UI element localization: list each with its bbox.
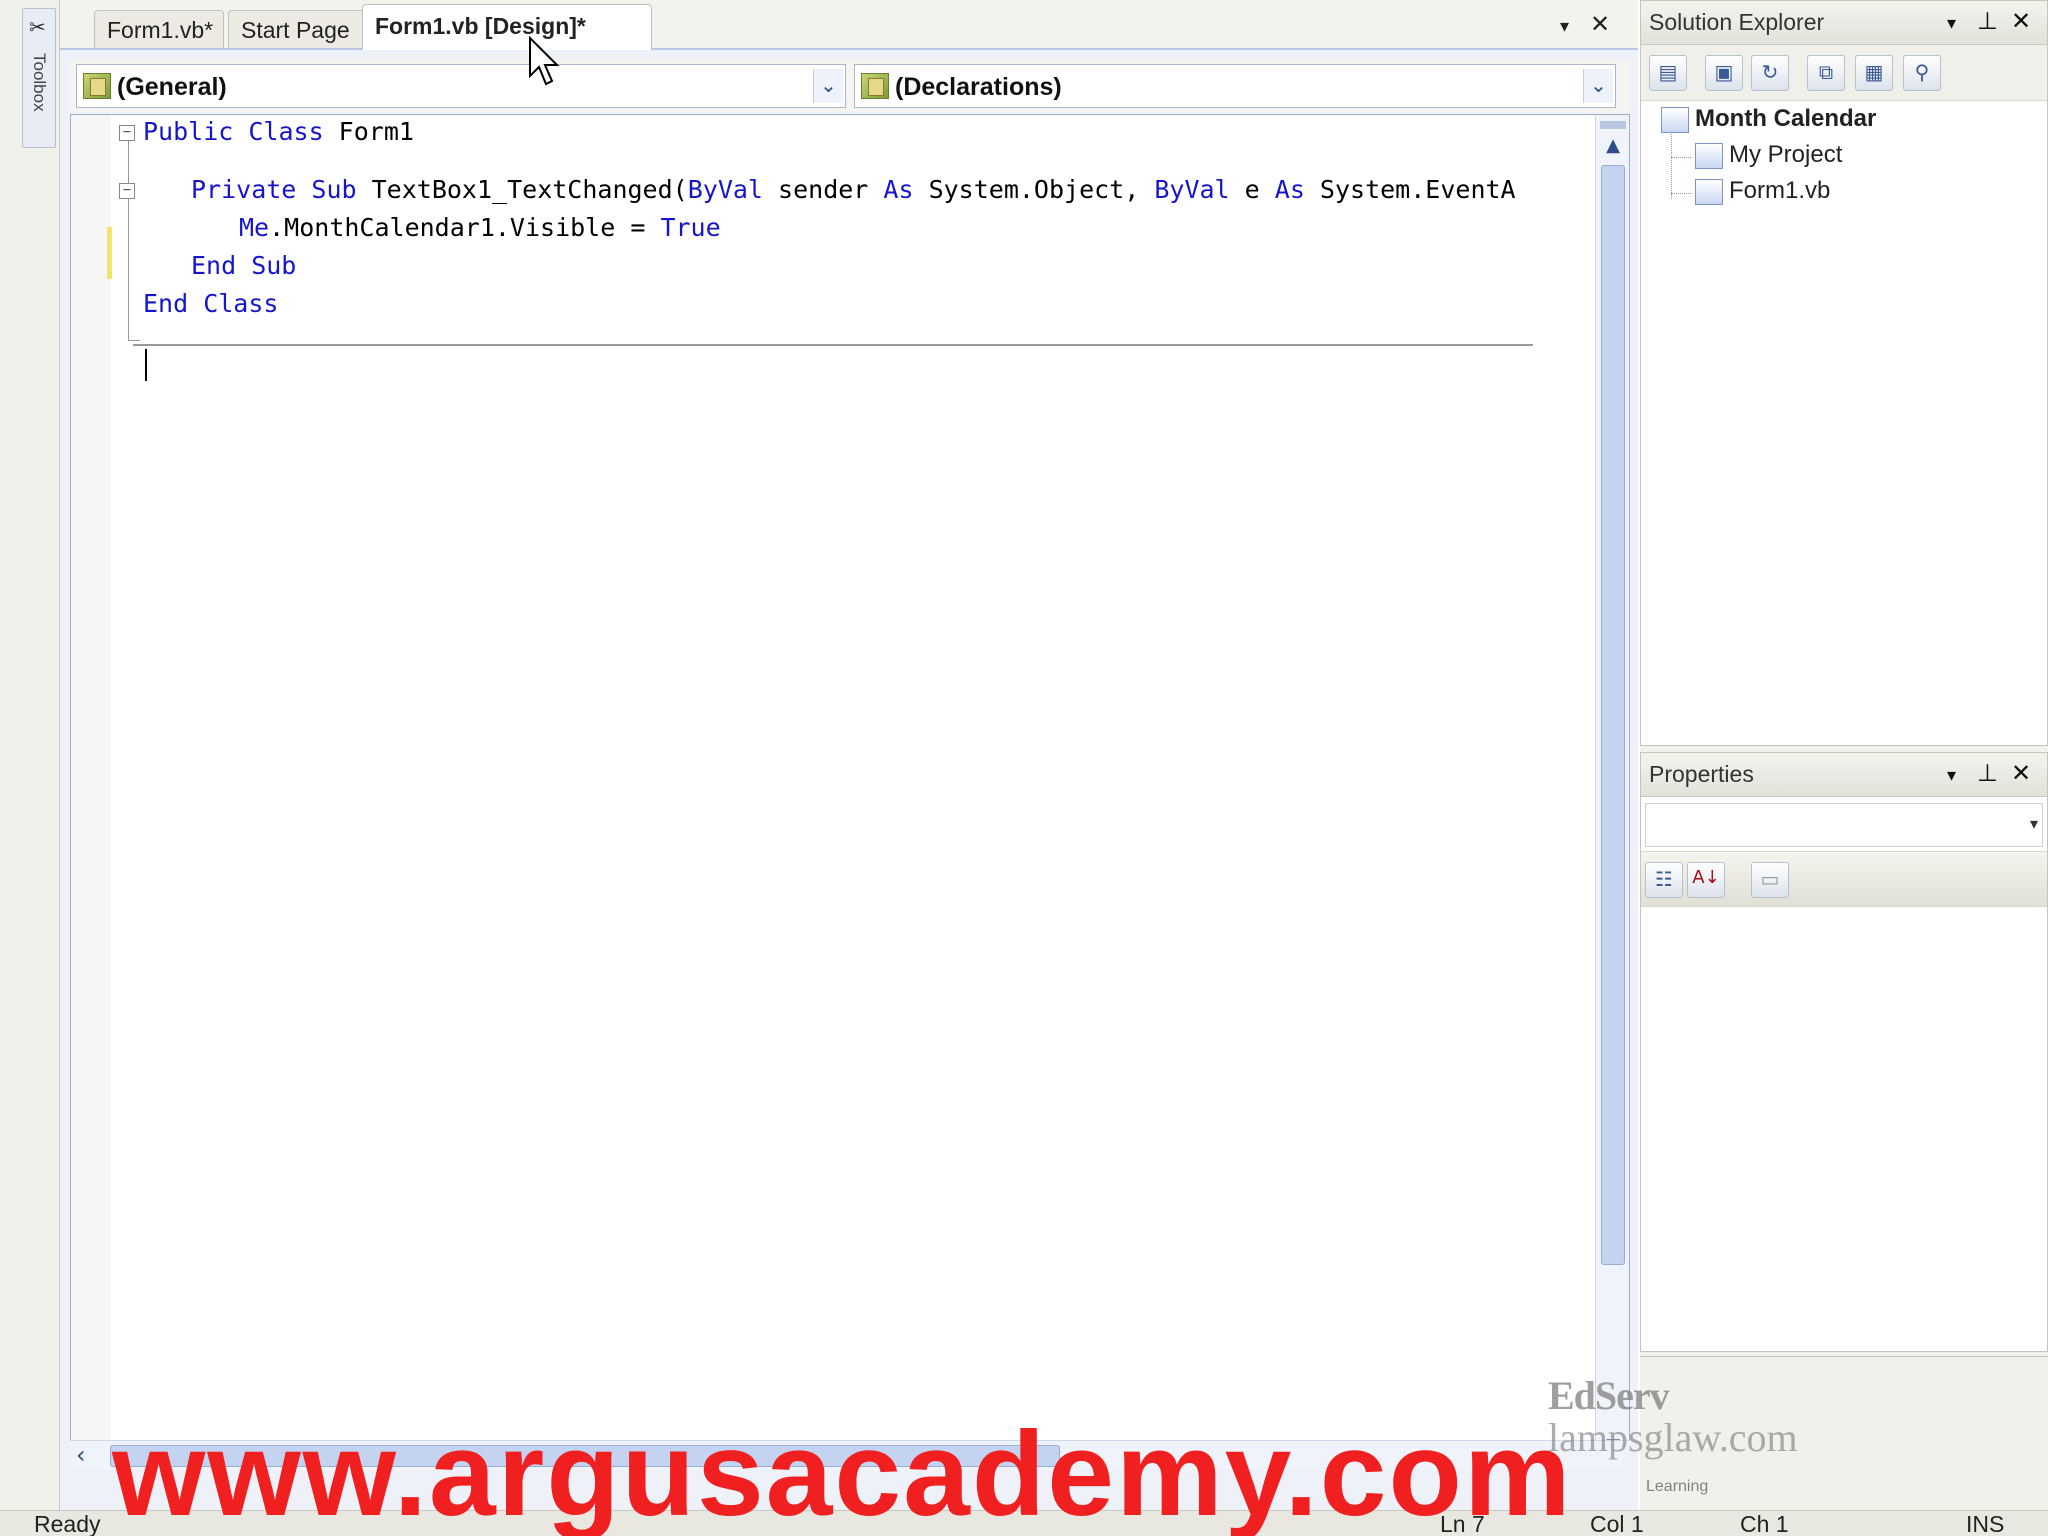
object-selector-combo[interactable]: ▾ (1645, 803, 2043, 847)
toolbox-icon: ✂ (29, 15, 46, 39)
my-project-icon (1695, 142, 1723, 169)
tree-item-label: My Project (1729, 141, 1843, 168)
tree-item-form1[interactable]: Form1.vb (1695, 177, 1830, 211)
class-diagram-icon[interactable]: ⚲ (1903, 55, 1941, 91)
tab-form1-vb[interactable]: Form1.vb* (94, 10, 224, 48)
code-line-1: Public Class Form1 (143, 117, 414, 146)
chevron-down-icon[interactable]: ⌄ (813, 69, 843, 103)
chevron-down-icon[interactable]: ⌄ (1583, 69, 1613, 103)
view-designer-icon[interactable]: ▦ (1855, 55, 1893, 91)
document-tab-bar: Form1.vb* Start Page Form1.vb [Design]* … (60, 0, 1638, 50)
tab-list-dropdown-icon[interactable]: ▾ (1560, 16, 1569, 37)
show-all-files-icon[interactable]: ▣ (1705, 55, 1743, 91)
tab-form1-design[interactable]: Form1.vb [Design]* (362, 4, 652, 50)
class-icon (83, 73, 111, 99)
chevron-down-icon[interactable]: ▾ (2030, 814, 2038, 833)
scroll-left-icon[interactable]: ‹ (76, 1441, 86, 1469)
vertical-scroll-thumb[interactable] (1601, 165, 1625, 1265)
form-icon (1695, 178, 1723, 205)
tree-connector (1671, 157, 1691, 158)
categorized-icon[interactable]: ☷ (1645, 862, 1683, 898)
code-line-3: Private Sub TextBox1_TextChanged(ByVal s… (191, 175, 1516, 204)
code-navigation-bar: (General) ⌄ (Declarations) ⌄ (70, 60, 1630, 112)
academy-banner: www.argusacademy.com (112, 1407, 1573, 1536)
properties-title: Properties (1649, 761, 1754, 787)
code-editor[interactable]: − − Public Class Form1 Private Sub TextB… (70, 114, 1630, 1468)
pin-icon[interactable]: ⊥ (1977, 7, 1998, 35)
tree-item-label: Form1.vb (1729, 177, 1831, 204)
tree-connector (1671, 193, 1691, 194)
editor-gutter (71, 115, 111, 1467)
mouse-cursor-icon (529, 36, 560, 86)
close-icon[interactable]: ✕ (2011, 7, 2031, 35)
code-line-4: Me.MonthCalendar1.Visible = True (239, 213, 721, 242)
properties-title-bar: Properties ▾ ⊥ ✕ (1641, 753, 2047, 797)
solution-explorer-title: Solution Explorer (1649, 9, 1825, 35)
solution-explorer-title-bar: Solution Explorer ▾ ⊥ ✕ (1641, 1, 2047, 45)
vertical-scrollbar[interactable]: ▲ ▼ (1595, 115, 1629, 1467)
close-document-icon[interactable]: ✕ (1590, 10, 1610, 38)
properties-panel: Properties ▾ ⊥ ✕ ▾ ☷ A↓ ▭ (1640, 752, 2048, 1352)
toolbox-tab[interactable]: ✂ Toolbox (22, 8, 56, 148)
solution-explorer-panel: Solution Explorer ▾ ⊥ ✕ ▤ ▣ ↻ ⧉ ▦ ⚲ Mont… (1640, 0, 2048, 746)
toolbox-strip: ✂ Toolbox (0, 0, 60, 1510)
code-line-5: End Sub (191, 251, 297, 280)
refresh-icon[interactable]: ↻ (1751, 55, 1789, 91)
properties-toolbar: ☷ A↓ ▭ (1641, 851, 2047, 907)
tree-item-my-project[interactable]: My Project (1695, 141, 1842, 175)
method-icon (861, 73, 889, 99)
project-icon (1661, 106, 1689, 133)
tab-start-page[interactable]: Start Page (228, 10, 368, 48)
solution-explorer-toolbar: ▤ ▣ ↻ ⧉ ▦ ⚲ (1641, 45, 2047, 101)
code-line-6: End Class (143, 289, 279, 318)
method-name-value: (Declarations) (895, 73, 1062, 101)
close-icon[interactable]: ✕ (2011, 759, 2031, 787)
tree-item-label: Month Calendar (1695, 105, 1877, 132)
pin-icon[interactable]: ⊥ (1977, 759, 1998, 787)
alphabetical-icon[interactable]: A↓ (1687, 862, 1725, 898)
window-position-dropdown-icon[interactable]: ▾ (1947, 13, 1956, 34)
split-handle[interactable] (1600, 121, 1626, 129)
tree-item-project[interactable]: Month Calendar (1661, 105, 1876, 139)
properties-icon[interactable]: ▤ (1649, 55, 1687, 91)
status-text: Ready (34, 1511, 101, 1536)
tool-windows: Solution Explorer ▾ ⊥ ✕ ▤ ▣ ↻ ⧉ ▦ ⚲ Mont… (1640, 0, 2048, 1510)
window-position-dropdown-icon[interactable]: ▾ (1947, 765, 1956, 786)
property-pages-icon[interactable]: ▭ (1751, 862, 1789, 898)
view-code-icon[interactable]: ⧉ (1807, 55, 1845, 91)
class-name-value: (General) (117, 73, 227, 101)
method-name-combo[interactable]: (Declarations) ⌄ (854, 64, 1616, 108)
code-text-area[interactable]: Public Class Form1 Private Sub TextBox1_… (111, 115, 1595, 1467)
document-area: Form1.vb* Start Page Form1.vb [Design]* … (60, 0, 1638, 1510)
scroll-up-icon[interactable]: ▲ (1600, 135, 1626, 161)
class-name-combo[interactable]: (General) ⌄ (76, 64, 846, 108)
toolbox-label: Toolbox (30, 53, 49, 112)
